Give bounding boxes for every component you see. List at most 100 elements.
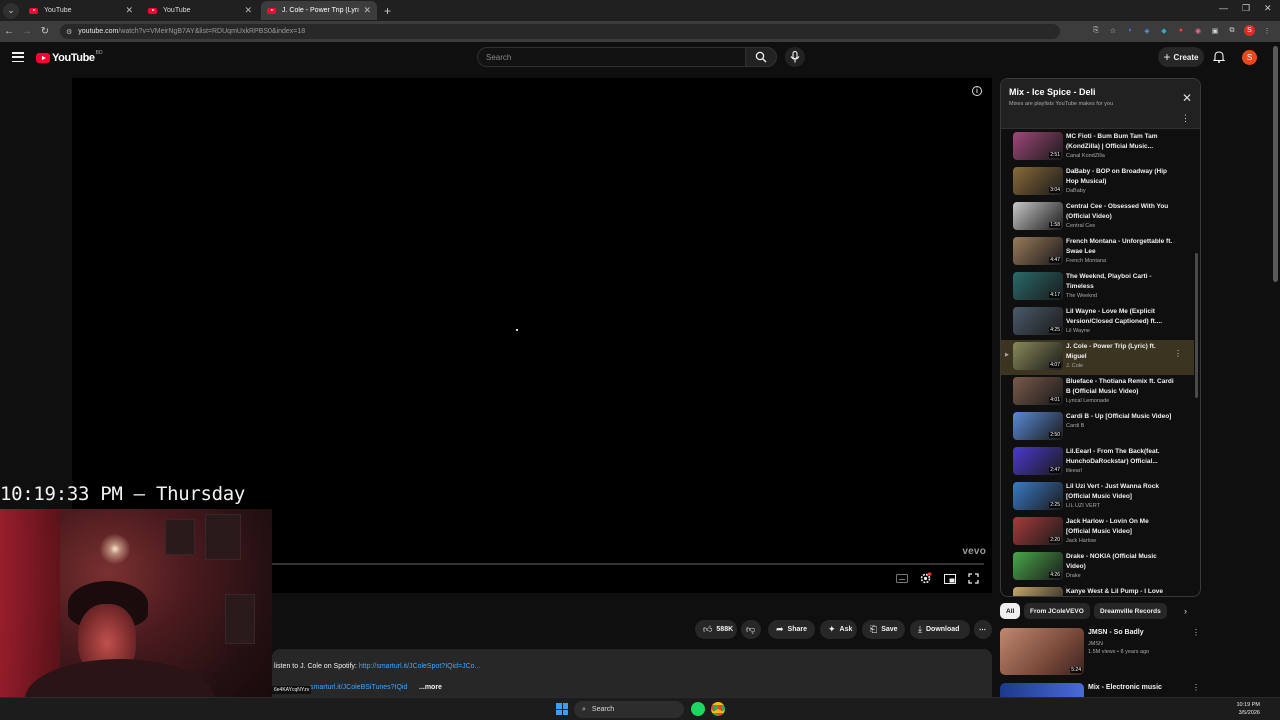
- browser-tab-3[interactable]: J. Cole - Power Trip (Lyric) ft. M ✕: [261, 1, 377, 20]
- video-thumbnail[interactable]: 2:47: [1013, 447, 1063, 475]
- new-tab-icon[interactable]: +: [384, 4, 391, 18]
- video-thumbnail[interactable]: 3:04: [1013, 167, 1063, 195]
- site-info-icon[interactable]: ⚙: [66, 28, 72, 36]
- video-title[interactable]: Cardi B - Up [Official Music Video]: [1066, 412, 1174, 422]
- chrome-icon[interactable]: [711, 702, 725, 716]
- bookmark-star-icon[interactable]: ☆: [1108, 26, 1118, 36]
- save-button[interactable]: ⎗ Save: [862, 620, 905, 639]
- search-button[interactable]: [745, 47, 777, 67]
- playlist-item[interactable]: 4:01 Blueface - Thotiana Remix ft. Cardi …: [1001, 375, 1194, 410]
- guide-menu-icon[interactable]: [12, 52, 24, 62]
- search-input[interactable]: Search: [477, 47, 745, 67]
- video-title[interactable]: J. Cole - Power Trip (Lyric) ft. Miguel: [1066, 342, 1174, 362]
- chip-all[interactable]: All: [1000, 603, 1021, 619]
- video-title[interactable]: Kanye West & Lil Pump - I Love: [1066, 587, 1174, 596]
- taskbar-clock[interactable]: 10:19 PM 3/5/2026: [1236, 701, 1260, 717]
- video-title[interactable]: Lil.Eearl - From The Back(feat. HunchoDa…: [1066, 447, 1174, 467]
- browser-tab-2[interactable]: YouTube ✕: [142, 1, 258, 20]
- share-button[interactable]: ➦ Share: [768, 620, 815, 639]
- miniplayer-button[interactable]: [943, 572, 956, 585]
- playlist-item[interactable]: 1:58 Central Cee - Obsessed With You (Off…: [1001, 200, 1194, 235]
- playlist-item[interactable]: 2:50 Cardi B - Up [Official Music Video] C…: [1001, 410, 1194, 445]
- playlist-menu-icon[interactable]: ⋮: [1181, 113, 1190, 124]
- video-title[interactable]: Lil Uzi Vert - Just Wanna Rock [Official…: [1066, 482, 1174, 502]
- playlist-item[interactable]: 3:04 DaBaby - BOP on Broadway (Hip Hop Mu…: [1001, 165, 1194, 200]
- video-title[interactable]: Drake - NOKIA (Official Music Video): [1066, 552, 1174, 572]
- video-thumbnail[interactable]: 2:25: [1013, 482, 1063, 510]
- ask-button[interactable]: ✦ Ask: [820, 620, 857, 639]
- more-actions-button[interactable]: ⋯: [974, 620, 992, 639]
- extension-1-icon[interactable]: ◗: [1125, 26, 1135, 36]
- video-thumbnail[interactable]: 5:24: [1000, 628, 1084, 675]
- video-title[interactable]: Jack Harlow - Lovin On Me [Official Musi…: [1066, 517, 1174, 537]
- chevron-right-icon[interactable]: ›: [1184, 606, 1187, 616]
- extensions-puzzle-icon[interactable]: ⧉: [1227, 26, 1237, 36]
- playlist-item[interactable]: 4:25 Lil Wayne - Love Me (Explicit Versio…: [1001, 305, 1194, 340]
- extension-3-icon[interactable]: ◆: [1159, 26, 1169, 36]
- video-title[interactable]: MC Fioti - Bum Bum Tam Tam (KondZilla) |…: [1066, 132, 1174, 152]
- taskbar-search[interactable]: ⌕ Search: [574, 701, 684, 718]
- video-thumbnail[interactable]: 4:01: [1013, 377, 1063, 405]
- playlist-item[interactable]: 4:17 The Weeknd, Playboi Carti - Timeless…: [1001, 270, 1194, 305]
- install-app-icon[interactable]: ⎘: [1091, 26, 1101, 36]
- reload-icon[interactable]: ↻: [36, 26, 54, 37]
- forward-icon[interactable]: →: [18, 26, 36, 37]
- fullscreen-button[interactable]: [967, 572, 980, 585]
- more-vertical-icon[interactable]: ⋮: [1192, 628, 1200, 637]
- channel-name[interactable]: JMSN: [1088, 641, 1103, 647]
- video-thumbnail[interactable]: 2:51: [1013, 132, 1063, 160]
- windows-start-icon[interactable]: [556, 703, 568, 715]
- recommendation-item[interactable]: 5:24 JMSN - So Badly JMSN 1.5M views • 8…: [1000, 628, 1210, 678]
- video-title[interactable]: French Montana - Unforgettable ft. Swae …: [1066, 237, 1174, 257]
- account-avatar[interactable]: S: [1242, 50, 1257, 65]
- notifications-button[interactable]: [1212, 50, 1226, 68]
- minimize-icon[interactable]: —: [1219, 3, 1228, 13]
- tab-close-icon[interactable]: ✕: [125, 5, 133, 16]
- video-title[interactable]: Lil Wayne - Love Me (Explicit Version/Cl…: [1066, 307, 1174, 327]
- video-title[interactable]: JMSN - So Badly: [1088, 629, 1144, 636]
- browser-profile-avatar[interactable]: S: [1244, 25, 1255, 36]
- playlist-item[interactable]: 2:20 Jack Harlow - Lovin On Me [Official …: [1001, 515, 1194, 550]
- create-button[interactable]: + Create: [1158, 47, 1204, 67]
- playlist-item[interactable]: 4:26 Drake - NOKIA (Official Music Video)…: [1001, 550, 1194, 585]
- page-scrollbar[interactable]: [1273, 46, 1278, 282]
- video-thumbnail[interactable]: 4:47: [1013, 237, 1063, 265]
- youtube-logo[interactable]: YouTube BD: [36, 50, 103, 64]
- subtitles-button[interactable]: [895, 572, 908, 585]
- video-title[interactable]: Mix - Electronic music: [1088, 684, 1162, 691]
- restore-icon[interactable]: ❐: [1242, 3, 1250, 14]
- playlist-item[interactable]: 2:51 MC Fioti - Bum Bum Tam Tam (KondZill…: [1001, 130, 1194, 165]
- video-thumbnail[interactable]: 4:25: [1013, 307, 1063, 335]
- spotify-icon[interactable]: [691, 702, 705, 716]
- download-button[interactable]: ⤓ Download: [910, 620, 970, 639]
- close-playlist-icon[interactable]: ✕: [1182, 91, 1192, 105]
- playlist-title[interactable]: Mix - Ice Spice - Deli: [1009, 87, 1096, 97]
- video-thumbnail[interactable]: 1:58: [1013, 202, 1063, 230]
- video-thumbnail[interactable]: 4:26: [1013, 552, 1063, 580]
- video-title[interactable]: Blueface - Thotiana Remix ft. Cardi B (O…: [1066, 377, 1174, 397]
- video-title[interactable]: Central Cee - Obsessed With You (Officia…: [1066, 202, 1174, 222]
- dislike-button[interactable]: 👎︎: [741, 620, 761, 639]
- tab-close-icon[interactable]: ✕: [363, 5, 371, 16]
- spotify-link[interactable]: http://smarturl.it/JColeSpot?IQid=JCo...: [359, 663, 481, 670]
- more-vertical-icon[interactable]: ⋮: [1192, 683, 1200, 692]
- video-thumbnail[interactable]: 2:20: [1013, 517, 1063, 545]
- browser-menu-icon[interactable]: ⋮: [1262, 26, 1272, 36]
- extension-4-icon[interactable]: ●: [1176, 26, 1186, 36]
- chip-dreamville[interactable]: Dreamville Records: [1094, 603, 1167, 619]
- more-vertical-icon[interactable]: ⋮: [1174, 349, 1182, 358]
- address-bar[interactable]: ⚙ youtube.com/watch?v=VMeirNgB7AY&list=R…: [60, 24, 1060, 39]
- tab-close-icon[interactable]: ✕: [244, 5, 252, 16]
- extension-2-icon[interactable]: ◈: [1142, 26, 1152, 36]
- video-title[interactable]: The Weeknd, Playboi Carti - Timeless: [1066, 272, 1174, 292]
- itunes-link[interactable]: smarturl.it/JColeBSiTunes?IQid: [310, 684, 407, 691]
- video-title[interactable]: DaBaby - BOP on Broadway (Hip Hop Musica…: [1066, 167, 1174, 187]
- back-icon[interactable]: ←: [0, 26, 18, 37]
- tab-search-button[interactable]: ⌄: [3, 2, 19, 19]
- show-more-button[interactable]: ...more: [419, 684, 442, 691]
- playlist-item[interactable]: ▶ 4:07 J. Cole - Power Trip (Lyric) ft. Mi…: [1001, 340, 1194, 375]
- extension-6-icon[interactable]: ▣: [1210, 26, 1220, 36]
- video-thumbnail[interactable]: 2:50: [1013, 412, 1063, 440]
- chip-from-channel[interactable]: From JColeVEVO: [1024, 603, 1090, 619]
- video-thumbnail[interactable]: 4:07: [1013, 342, 1063, 370]
